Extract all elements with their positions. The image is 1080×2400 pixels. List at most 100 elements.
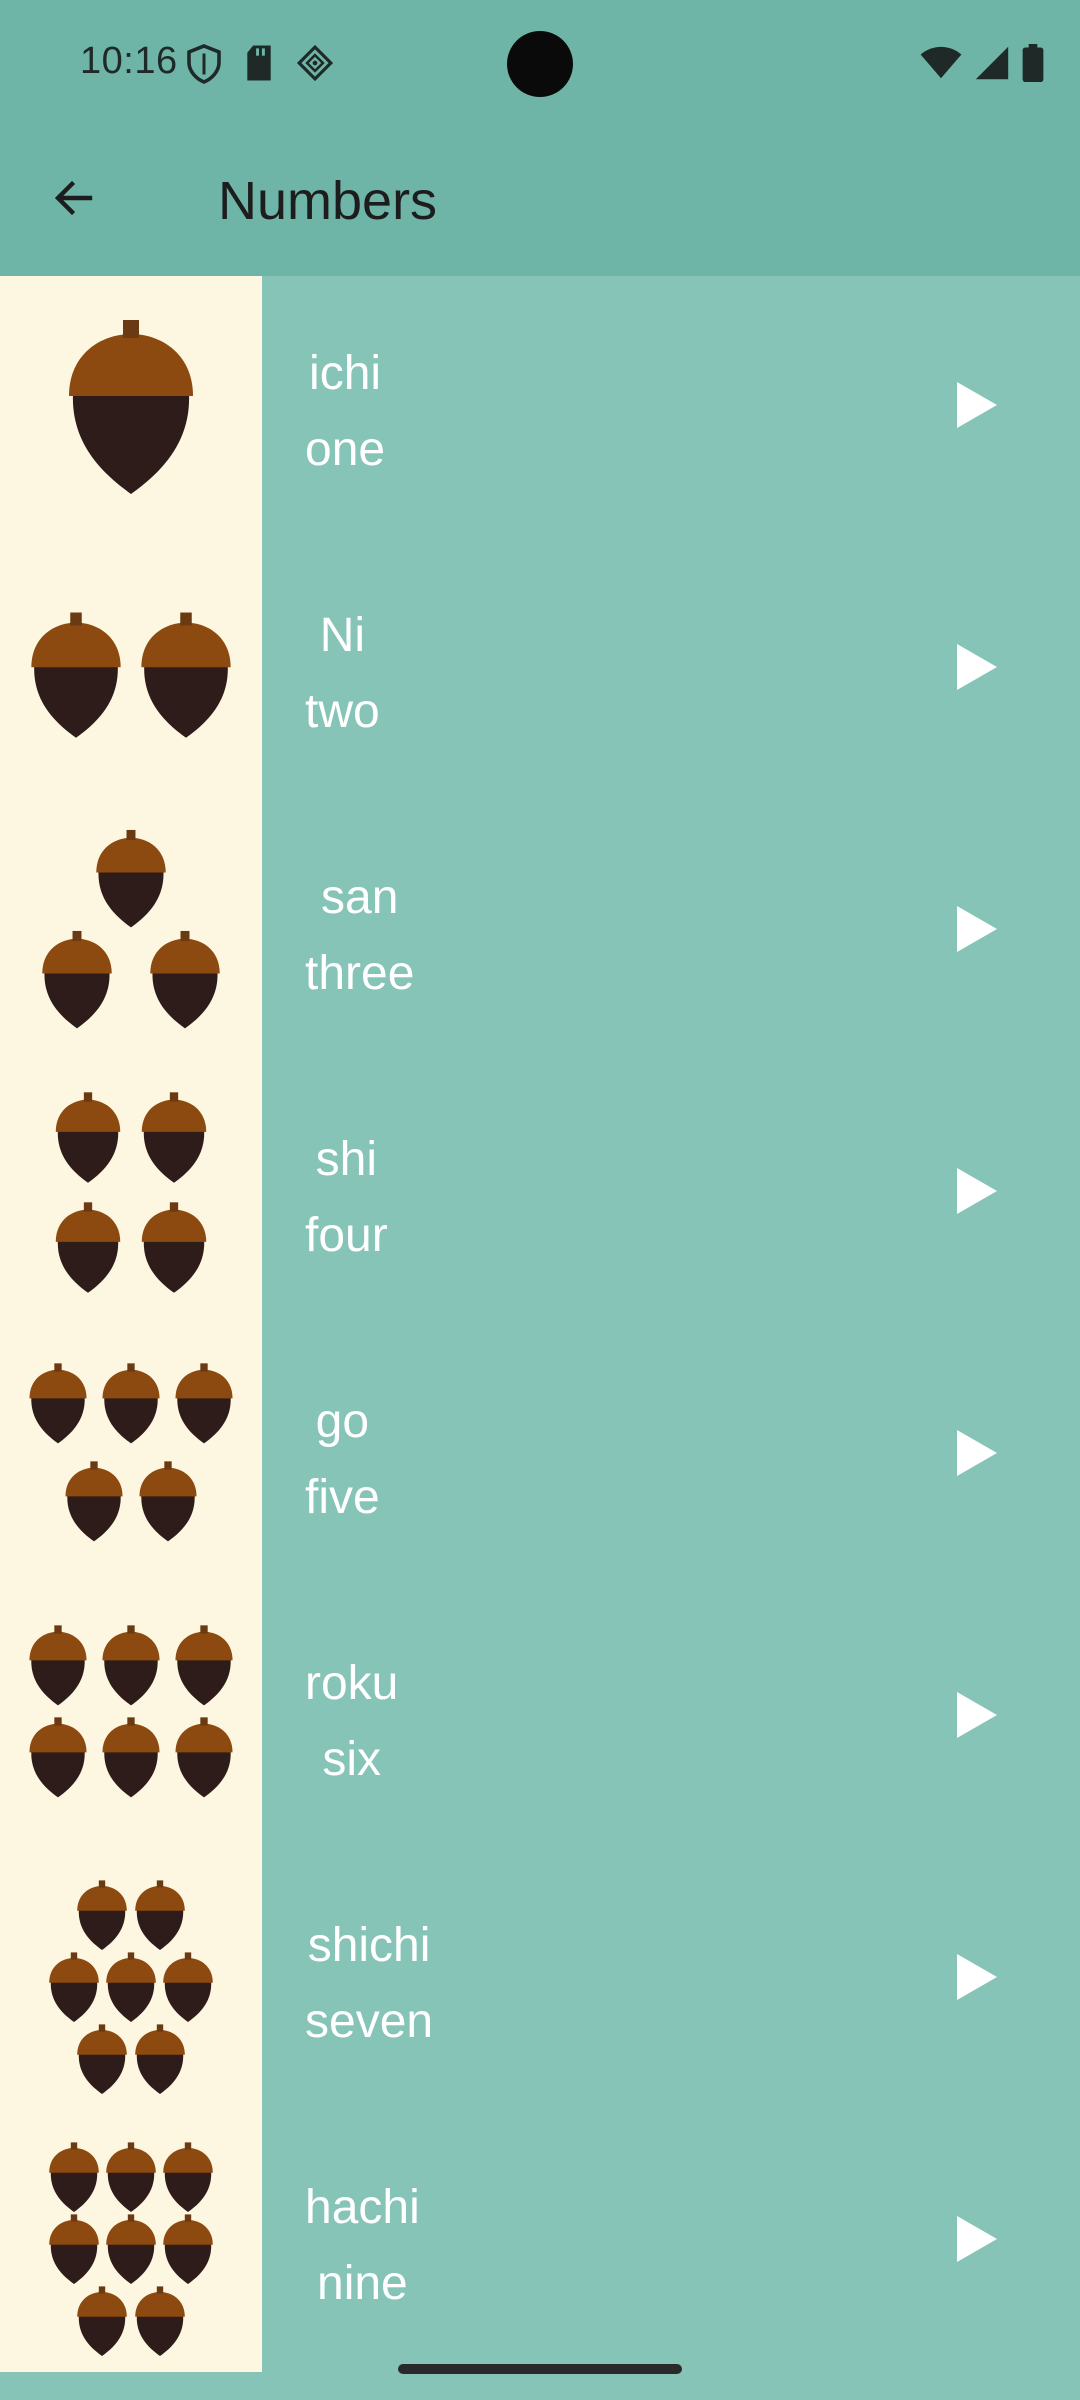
play-icon xyxy=(955,1166,999,1221)
wifi-icon xyxy=(920,46,962,85)
list-item[interactable]: go five xyxy=(0,1324,1080,1586)
japanese-word: Ni xyxy=(319,609,366,662)
acorn-icon xyxy=(175,1717,233,1798)
english-word: three xyxy=(305,947,415,1000)
back-button[interactable] xyxy=(38,164,110,236)
acorn-group-icon xyxy=(55,1092,207,1293)
acorn-icon xyxy=(55,1092,121,1183)
japanese-word: ichi xyxy=(309,347,382,400)
acorn-icon xyxy=(31,612,121,738)
acorn-image xyxy=(0,1586,262,1848)
acorn-group-icon xyxy=(31,612,231,738)
acorn-icon xyxy=(77,2024,127,2094)
english-word: four xyxy=(305,1209,388,1262)
acorn-icon xyxy=(102,1717,160,1798)
acorn-icon xyxy=(49,2214,99,2284)
acorn-image xyxy=(0,1848,262,2110)
acorn-group-icon xyxy=(29,1625,233,1798)
play-icon xyxy=(955,380,999,435)
acorn-icon xyxy=(29,1717,87,1798)
acorn-image xyxy=(0,2110,262,2372)
acorn-icon xyxy=(102,1363,160,1444)
word-text: ichi one xyxy=(305,336,385,488)
play-icon xyxy=(955,1428,999,1483)
gesture-nav-handle[interactable] xyxy=(398,2364,682,2374)
list-item[interactable]: ichi one xyxy=(0,276,1080,538)
sd-card-icon xyxy=(244,44,274,89)
acorn-group-icon xyxy=(49,1880,213,2094)
play-icon xyxy=(955,1690,999,1745)
acorn-icon xyxy=(150,930,220,1029)
acorn-icon xyxy=(141,1092,207,1183)
japanese-word: shichi xyxy=(307,1919,431,1972)
acorn-image xyxy=(0,538,262,800)
play-button[interactable] xyxy=(940,1942,1014,2016)
acorn-icon xyxy=(96,829,166,928)
acorn-image xyxy=(0,1324,262,1586)
acorn-icon xyxy=(65,1461,123,1542)
word-text: Ni two xyxy=(305,598,380,750)
word-text: shi four xyxy=(305,1122,388,1274)
acorn-group-icon xyxy=(29,1363,233,1542)
numbers-list: ichi one Ni two san three shi four go fi… xyxy=(0,276,1080,2400)
acorn-icon xyxy=(106,1952,156,2022)
acorn-icon xyxy=(135,2024,185,2094)
acorn-image xyxy=(0,800,262,1062)
app-bar: Numbers xyxy=(0,128,1080,276)
english-word: nine xyxy=(317,2257,408,2310)
acorn-icon xyxy=(69,320,193,494)
japanese-word: shi xyxy=(315,1133,378,1186)
acorn-image xyxy=(0,1062,262,1324)
play-button[interactable] xyxy=(940,1680,1014,1754)
shield-icon xyxy=(186,44,222,89)
acorn-icon xyxy=(139,1461,197,1542)
status-icons-left xyxy=(186,44,334,89)
acorn-image xyxy=(0,276,262,538)
play-icon xyxy=(955,904,999,959)
acorn-icon xyxy=(102,1625,160,1706)
acorn-icon xyxy=(141,1202,207,1293)
play-button[interactable] xyxy=(940,894,1014,968)
english-word: seven xyxy=(305,1995,434,2048)
acorn-icon xyxy=(42,930,112,1029)
play-icon xyxy=(955,2214,999,2269)
camera-cutout xyxy=(507,31,573,97)
word-text: shichi seven xyxy=(305,1908,433,2060)
acorn-group-icon xyxy=(49,2142,213,2356)
play-icon xyxy=(955,1952,999,2007)
list-item[interactable]: shichi seven xyxy=(0,1848,1080,2110)
play-button[interactable] xyxy=(940,1418,1014,1492)
acorn-icon xyxy=(135,2286,185,2356)
acorn-icon xyxy=(77,1880,127,1950)
acorn-group-icon xyxy=(42,829,220,1029)
list-item[interactable]: san three xyxy=(0,800,1080,1062)
acorn-icon xyxy=(106,2142,156,2212)
list-item[interactable]: shi four xyxy=(0,1062,1080,1324)
status-icons-right xyxy=(920,44,1044,87)
english-word: two xyxy=(305,685,380,738)
acorn-icon xyxy=(163,1952,213,2022)
word-text: hachi nine xyxy=(305,2170,420,2322)
word-text: roku six xyxy=(305,1646,398,1798)
japanese-word: go xyxy=(315,1395,370,1448)
english-word: five xyxy=(305,1471,380,1524)
page-title: Numbers xyxy=(218,171,438,231)
signal-icon xyxy=(974,45,1010,86)
play-button[interactable] xyxy=(940,2204,1014,2278)
acorn-icon xyxy=(106,2214,156,2284)
acorn-icon xyxy=(55,1202,121,1293)
battery-icon xyxy=(1022,44,1044,87)
english-word: one xyxy=(305,423,386,476)
play-button[interactable] xyxy=(940,632,1014,706)
play-button[interactable] xyxy=(940,370,1014,444)
list-item[interactable]: roku six xyxy=(0,1586,1080,1848)
app-notification-icon xyxy=(296,44,334,89)
list-item[interactable]: hachi nine xyxy=(0,2110,1080,2372)
japanese-word: roku xyxy=(305,1657,399,1710)
arrow-back-icon xyxy=(50,174,98,227)
list-item[interactable]: Ni two xyxy=(0,538,1080,800)
play-button[interactable] xyxy=(940,1156,1014,1230)
acorn-icon xyxy=(175,1625,233,1706)
acorn-icon xyxy=(29,1363,87,1444)
english-word: six xyxy=(322,1733,382,1786)
